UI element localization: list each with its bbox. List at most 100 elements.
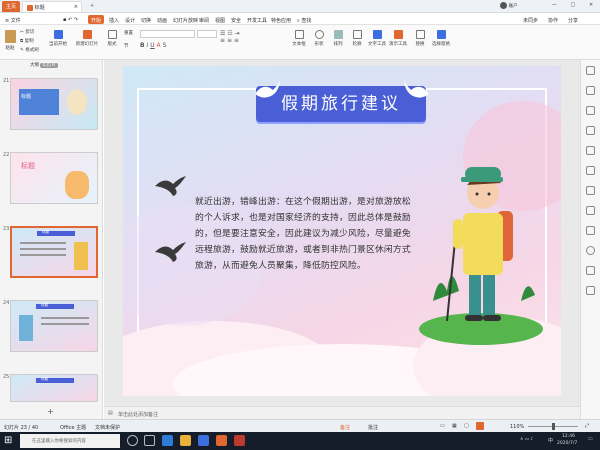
tab-features[interactable]: 特色应用 [268,15,294,24]
slide-thumbnail[interactable]: 标题 [10,152,98,204]
notes-placeholder[interactable]: 单击此处添加备注 [118,411,158,418]
current-slide[interactable]: 假期旅行建议 就近出游，错峰出游：在这个假期出游，是对旅游放松的个人诉求，也是对… [123,66,561,396]
document-tab[interactable]: 标题 × [22,1,82,12]
close-window-button[interactable]: ✕ [589,2,593,11]
from-current-button[interactable]: 当前开始 [47,30,69,47]
task-view-icon[interactable] [144,435,155,446]
text-tool-button[interactable]: 文字工具 [367,30,387,47]
maximize-button[interactable]: □ [571,2,576,11]
bullet-list-icon[interactable]: ☰ [220,30,225,37]
tab-developer[interactable]: 开发工具 [244,15,270,24]
redo-icon[interactable]: ↷ [74,17,78,23]
replace-button[interactable]: 替换 [411,30,429,47]
align-left-icon[interactable]: ≡ [220,37,225,44]
font-color-icon[interactable]: A [157,42,161,49]
tab-design[interactable]: 设计 [122,15,138,24]
notes-area[interactable]: ▤ 单击此处添加备注 [104,406,580,419]
transition-icon[interactable] [586,126,595,135]
wps-presentation-icon[interactable] [234,435,245,446]
sync-status[interactable]: 未同步 [520,15,541,24]
tab-transition[interactable]: 切换 [138,15,154,24]
align-center-icon[interactable]: ≡ [227,37,232,44]
new-slide-button[interactable]: 新建幻灯片 [73,30,101,47]
tab-insert[interactable]: 插入 [106,15,122,24]
font-size-select[interactable] [197,30,217,38]
layout-button[interactable]: 版式 [104,30,120,47]
tab-review[interactable]: 审阅 [196,15,212,24]
play-slideshow-icon[interactable] [476,422,484,430]
settings-icon[interactable] [586,266,595,275]
normal-view-icon[interactable]: ▭ [440,423,445,429]
taskbar-search-box[interactable]: 在这里输入你要搜索的内容 [20,434,120,448]
ime-indicator[interactable]: 中 [548,437,553,444]
align-right-icon[interactable]: ≡ [234,37,239,44]
help-icon[interactable] [586,246,595,255]
italic-icon[interactable]: I [147,42,149,49]
collab-button[interactable]: 协作 [545,15,561,24]
slide-thumbnail[interactable]: 标题 [10,374,98,402]
font-family-select[interactable] [140,30,195,38]
property-icon[interactable] [586,66,595,75]
home-tab[interactable]: 主页 [2,1,21,12]
outline-button[interactable]: 轮廓 [349,30,365,47]
zoom-slider-handle[interactable] [552,423,555,430]
close-tab-icon[interactable]: × [74,4,78,10]
tab-animation[interactable]: 动画 [154,15,170,24]
notes-toggle[interactable]: 备注 [340,424,350,431]
minimize-button[interactable]: — [552,2,557,11]
bold-icon[interactable]: B [140,42,145,49]
zoom-level[interactable]: 110% [510,424,524,430]
clock-time[interactable]: 12:46 [562,434,575,439]
animation-icon[interactable] [586,106,595,115]
reading-view-icon[interactable]: ▢ [464,423,469,429]
tab-view[interactable]: 视图 [212,15,228,24]
chart-icon[interactable] [586,186,595,195]
style-icon[interactable] [586,86,595,95]
tab-outline[interactable]: 大纲 [30,63,39,68]
shape-icon[interactable] [586,146,595,155]
tab-home[interactable]: 开始 [88,15,105,24]
select-pane-button[interactable]: 选择窗格 [430,30,452,47]
file-menu[interactable]: ≡ 文件 [2,15,24,24]
slide-title[interactable]: 假期旅行建议 [256,88,426,120]
reset-button[interactable]: 重置 [124,30,138,36]
underline-icon[interactable]: U [150,42,154,49]
section-button[interactable]: 节 [124,43,138,49]
cut-button[interactable]: ✂ 剪切 [20,29,42,35]
slide-body-text[interactable]: 就近出游，错峰出游：在这个假期出游，是对旅游放松的个人诉求，也是对国家经济的支持… [195,194,413,274]
format-painter-button[interactable]: ✎ 格式刷 [20,47,44,53]
edge-icon[interactable] [162,435,173,446]
new-tab-button[interactable]: + [86,1,98,12]
windows-start-icon[interactable]: ⊞ [4,435,16,446]
select-icon[interactable] [586,206,595,215]
sorter-view-icon[interactable]: ▦ [452,423,457,429]
search-command[interactable]: ⌕ 查找 [294,15,314,24]
undo-icon[interactable]: ↶ [68,17,72,23]
clock-date[interactable]: 2020/7/7 [557,441,577,446]
file-explorer-icon[interactable] [180,435,191,446]
cortana-icon[interactable] [127,435,138,446]
paste-button[interactable]: 粘贴 [3,30,17,51]
protect-status[interactable]: 文档未保护 [95,424,120,431]
wps-icon[interactable] [216,435,227,446]
slide-thumbnail-selected[interactable]: 标题 [10,226,98,278]
indent-icon[interactable]: ⇥ [235,30,240,37]
slide-thumbnail[interactable]: 标题 [10,78,98,130]
tab-security[interactable]: 安全 [228,15,244,24]
share-icon[interactable] [586,286,595,295]
account-area[interactable]: 账户 [500,2,530,11]
copy-button[interactable]: ⧉ 复制 [20,38,42,44]
save-icon[interactable]: ▪ [63,17,66,23]
notification-icon[interactable]: ▭ [588,436,593,442]
fit-window-icon[interactable]: ⤢ [585,423,589,429]
shapes-button[interactable]: 形状 [311,30,327,47]
textbox-button[interactable]: 文本框 [290,30,308,47]
store-icon[interactable] [198,435,209,446]
shadow-icon[interactable]: S [163,42,167,49]
share-button[interactable]: 分享 [565,15,581,24]
tray-icons[interactable]: ∧ ▭ ♪ [520,437,533,442]
backup-icon[interactable] [586,226,595,235]
comments-toggle[interactable]: 批注 [368,424,378,431]
numbered-list-icon[interactable]: ☷ [227,30,232,37]
add-slide-button[interactable]: + [47,407,54,416]
